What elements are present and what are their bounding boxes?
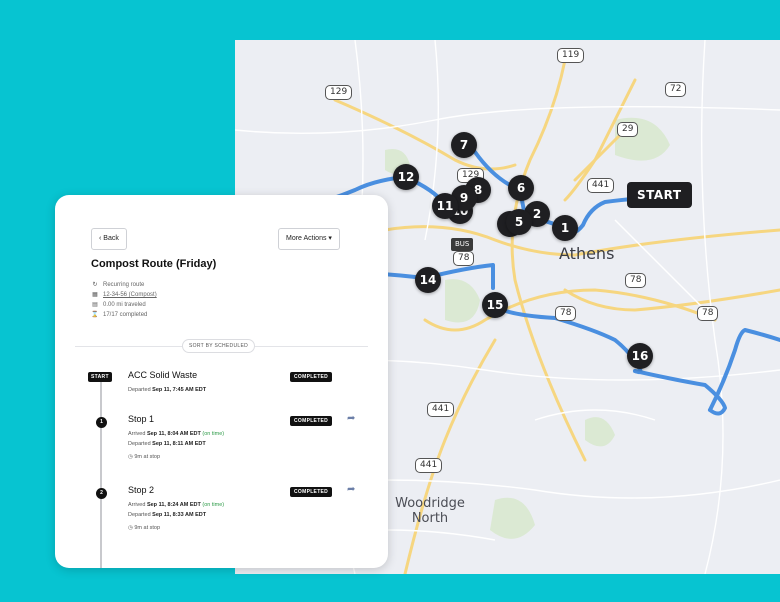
arrived-label: Arrived (128, 431, 146, 437)
stop-marker-7[interactable]: 7 (451, 132, 477, 158)
arrived-value: Sep 11, 8:04 AM EDT (146, 431, 201, 437)
vehicle-link[interactable]: ▦ 12-34-56 (Compost) (91, 291, 157, 298)
stop-marker-6[interactable]: 6 (508, 175, 534, 201)
city-label: Athens (559, 244, 615, 263)
back-label: Back (103, 235, 119, 242)
area-label: Woodridge North (395, 496, 465, 526)
duration-text: 9m at stop (134, 525, 161, 531)
stop-marker-5[interactable]: 5 (506, 209, 532, 235)
truck-icon: ▦ (92, 292, 98, 298)
stop-marker-15[interactable]: 15 (482, 292, 508, 318)
more-actions-button[interactable]: More Actions ▾ (278, 228, 340, 250)
page: { "map": { "city": "Athens", "area": "Wo… (0, 0, 780, 602)
stop-duration: ◷ 9m at stop (128, 525, 160, 531)
clock-icon: ◷ (128, 525, 133, 531)
stop-duration: ◷ 9m at stop (128, 454, 160, 460)
highway-shield: 78 (555, 306, 577, 321)
more-actions-label: More Actions (286, 235, 327, 242)
departed-value: Sep 11, 7:45 AM EDT (152, 387, 207, 393)
progress-text: 17/17 completed (103, 312, 148, 318)
odometer-icon: ▤ (92, 302, 98, 308)
highway-shield: 441 (427, 402, 455, 417)
vehicle-text[interactable]: 12-34-56 (Compost) (103, 292, 157, 298)
stop-name[interactable]: Stop 1 (128, 414, 154, 424)
stop-marker-11[interactable]: 11 (432, 193, 458, 219)
stop-marker-12[interactable]: 12 (393, 164, 419, 190)
highway-shield: 441 (587, 178, 615, 193)
departed-value: Sep 11, 8:33 AM EDT (152, 512, 207, 518)
stop-marker-16[interactable]: 16 (627, 343, 653, 369)
highway-shield: 29 (617, 122, 639, 137)
hourglass-icon: ⌛ (91, 312, 99, 318)
distance-text: 0.00 mi traveled (103, 302, 146, 308)
sort-toggle[interactable]: SORT BY SCHEDULED (182, 339, 256, 353)
highway-shield: 129 (325, 85, 353, 100)
stop-departed: Departed Sep 11, 7:45 AM EDT (128, 387, 206, 393)
stop-number-dot: 1 (96, 417, 107, 428)
highway-shield: 72 (665, 82, 687, 97)
highway-shield: 119 (557, 48, 585, 63)
highway-shield: 78 (453, 251, 475, 266)
share-icon[interactable]: ➦ (347, 484, 355, 495)
route-title: Compost Route (Friday) (91, 258, 217, 270)
departed-label: Departed (128, 441, 151, 447)
share-icon[interactable]: ➦ (347, 413, 355, 424)
stop-marker-1[interactable]: 1 (552, 215, 578, 241)
start-marker[interactable]: START (627, 182, 692, 208)
recurring-icon: ↻ (92, 282, 98, 288)
on-time-note: (on time) (202, 431, 225, 437)
status-badge: COMPLETED (290, 372, 333, 382)
highway-shield: 441 (415, 458, 443, 473)
stop-arrived: Arrived Sep 11, 8:04 AM EDT (on time) (128, 431, 224, 437)
status-badge: COMPLETED (290, 487, 333, 497)
duration-text: 9m at stop (134, 454, 161, 460)
timeline-line (100, 375, 102, 568)
on-time-note: (on time) (202, 502, 225, 508)
departed-label: Departed (128, 387, 151, 393)
progress-info: ⌛ 17/17 completed (91, 311, 147, 318)
route-details-panel: ‹ Back More Actions ▾ Compost Route (Fri… (55, 195, 388, 568)
highway-shield: 78 (625, 273, 647, 288)
caret-down-icon: ▾ (328, 235, 332, 242)
arrived-label: Arrived (128, 502, 146, 508)
status-badge: COMPLETED (290, 416, 333, 426)
bus-route-sign: BUS (451, 238, 474, 251)
stop-departed: Departed Sep 11, 8:33 AM EDT (128, 512, 206, 518)
stop-marker-14[interactable]: 14 (415, 267, 441, 293)
distance-info: ▤ 0.00 mi traveled (91, 301, 146, 308)
recurring-text: Recurring route (103, 282, 145, 288)
start-badge: START (88, 372, 112, 382)
arrived-value: Sep 11, 8:24 AM EDT (146, 502, 201, 508)
stop-name[interactable]: ACC Solid Waste (128, 370, 197, 380)
departed-value: Sep 11, 8:11 AM EDT (152, 441, 206, 447)
departed-label: Departed (128, 512, 151, 518)
stop-name[interactable]: Stop 2 (128, 485, 154, 495)
back-button[interactable]: ‹ Back (91, 228, 127, 250)
stop-arrived: Arrived Sep 11, 8:24 AM EDT (on time) (128, 502, 224, 508)
highway-shield: 78 (697, 306, 719, 321)
clock-icon: ◷ (128, 454, 133, 460)
chevron-left-icon: ‹ (99, 235, 102, 242)
stop-number-dot: 2 (96, 488, 107, 499)
stop-departed: Departed Sep 11, 8:11 AM EDT (128, 441, 206, 447)
recurring-info: ↻ Recurring route (91, 281, 144, 288)
